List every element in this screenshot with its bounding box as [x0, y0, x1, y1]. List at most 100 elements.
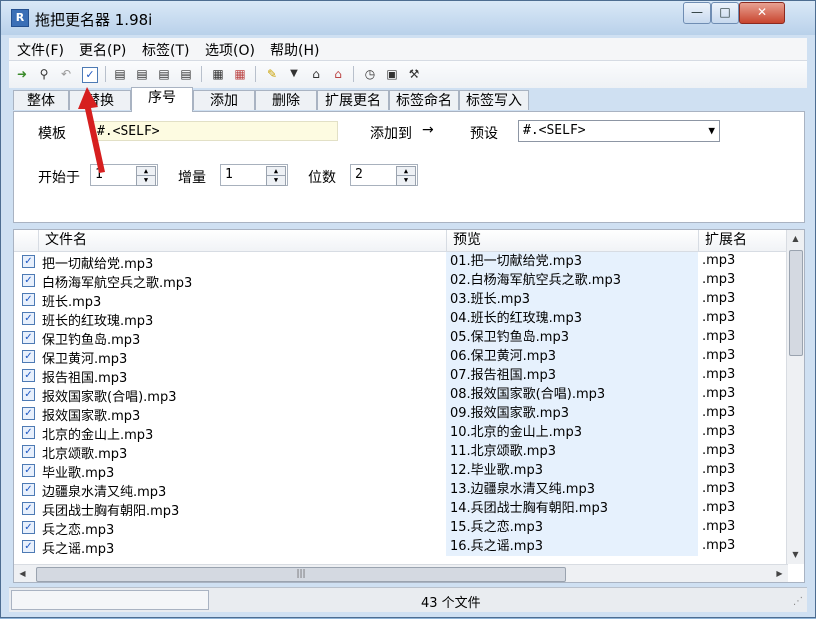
table-row[interactable]: ✓ 兵之谣.mp3 16.兵之谣.mp3 .mp3: [14, 537, 788, 557]
title-bar[interactable]: R 拖把更名器 1.98i — □ ✕: [1, 1, 815, 35]
column-filename[interactable]: 文件名: [38, 230, 446, 251]
preview-cell: 11.北京颂歌.mp3: [446, 442, 698, 461]
tab-sequence[interactable]: 序号: [131, 87, 193, 112]
row-checkbox[interactable]: ✓: [22, 426, 35, 439]
spin-down-icon[interactable]: ▼: [266, 175, 286, 186]
row-checkbox[interactable]: ✓: [22, 293, 35, 306]
scroll-right-icon[interactable]: ▶: [771, 565, 788, 582]
id3-icon-3[interactable]: ▤: [155, 65, 173, 83]
menu-tag[interactable]: 标签(T): [142, 40, 189, 60]
preview-cell: 16.兵之谣.mp3: [446, 537, 698, 556]
menu-help[interactable]: 帮助(H): [270, 40, 319, 60]
column-extension[interactable]: 扩展名: [698, 230, 788, 251]
check-icon[interactable]: ✓: [82, 67, 98, 83]
table-row[interactable]: ✓ 保卫黄河.mp3 06.保卫黄河.mp3 .mp3: [14, 347, 788, 367]
id3-icon-1[interactable]: ▤: [111, 65, 129, 83]
toolbar-separator: [353, 66, 354, 82]
toolbar: ➜ ⚲ ↶ ✓ ▤ ▤ ▤ ▤ ▦ ▦ ✎ ▼ ⌂ ⌂ ◷ ▣ ⚒: [9, 61, 807, 88]
search-icon[interactable]: ⚲: [35, 65, 53, 83]
menu-options[interactable]: 选项(O): [205, 40, 255, 60]
table-row[interactable]: ✓ 边疆泉水清又纯.mp3 13.边疆泉水清又纯.mp3 .mp3: [14, 480, 788, 500]
page-edit-icon[interactable]: ▦: [231, 65, 249, 83]
id3-icon-4[interactable]: ▤: [177, 65, 195, 83]
template-input[interactable]: #.<SELF>: [92, 121, 338, 141]
row-checkbox[interactable]: ✓: [22, 331, 35, 344]
tag-clear-icon[interactable]: ⌂: [329, 65, 347, 83]
tools-icon[interactable]: ⚒: [405, 65, 423, 83]
row-checkbox[interactable]: ✓: [22, 388, 35, 401]
app-icon: R: [11, 9, 29, 27]
menu-rename[interactable]: 更名(P): [79, 40, 126, 60]
file-list[interactable]: 文件名 预览 扩展名 ✓ 把一切献给党.mp3 01.把一切献给党.mp3 .mp3 ✓…: [13, 229, 805, 583]
spin-down-icon[interactable]: ▼: [396, 175, 416, 186]
row-checkbox[interactable]: ✓: [22, 350, 35, 363]
tab-overall[interactable]: 整体: [13, 90, 69, 110]
minimize-button[interactable]: —: [683, 2, 711, 24]
table-row[interactable]: ✓ 报效国家歌(合唱).mp3 08.报效国家歌(合唱).mp3 .mp3: [14, 385, 788, 405]
digits-stepper[interactable]: 2 ▲ ▼: [350, 164, 418, 186]
digits-label: 位数: [308, 170, 336, 186]
vertical-scrollbar[interactable]: ▲ ▼: [786, 230, 804, 564]
tab-add[interactable]: 添加: [193, 90, 255, 110]
row-checkbox[interactable]: ✓: [22, 445, 35, 458]
table-row[interactable]: ✓ 把一切献给党.mp3 01.把一切献给党.mp3 .mp3: [14, 252, 788, 272]
chevron-down-icon[interactable]: ▼: [708, 121, 715, 141]
scroll-up-icon[interactable]: ▲: [787, 230, 804, 247]
table-row[interactable]: ✓ 北京的金山上.mp3 10.北京的金山上.mp3 .mp3: [14, 423, 788, 443]
resize-grip-icon[interactable]: ⋰: [793, 596, 803, 607]
clock-icon[interactable]: ◷: [361, 65, 379, 83]
maximize-button[interactable]: □: [711, 2, 739, 24]
row-checkbox[interactable]: ✓: [22, 464, 35, 477]
filename-cell: 保卫钓鱼岛.mp3: [42, 333, 141, 348]
menu-file[interactable]: 文件(F): [17, 40, 64, 60]
column-preview[interactable]: 预览: [446, 230, 698, 251]
tag-icon[interactable]: ⌂: [307, 65, 325, 83]
window-icon[interactable]: ▣: [383, 65, 401, 83]
row-checkbox[interactable]: ✓: [22, 407, 35, 420]
table-row[interactable]: ✓ 报效国家歌.mp3 09.报效国家歌.mp3 .mp3: [14, 404, 788, 424]
row-checkbox[interactable]: ✓: [22, 274, 35, 287]
scroll-left-icon[interactable]: ◀: [14, 565, 31, 582]
table-row[interactable]: ✓ 毕业歌.mp3 12.毕业歌.mp3 .mp3: [14, 461, 788, 481]
row-checkbox[interactable]: ✓: [22, 255, 35, 268]
menu-bar: 文件(F) 更名(P) 标签(T) 选项(O) 帮助(H): [9, 38, 807, 61]
row-checkbox[interactable]: ✓: [22, 369, 35, 382]
preset-select[interactable]: #.<SELF> ▼: [518, 120, 720, 142]
scroll-thumb[interactable]: [789, 250, 803, 356]
start-stepper[interactable]: 1 ▲ ▼: [90, 164, 158, 186]
undo-icon[interactable]: ↶: [57, 65, 75, 83]
tab-ext-rename[interactable]: 扩展更名: [317, 90, 389, 110]
table-row[interactable]: ✓ 班长的红玫瑰.mp3 04.班长的红玫瑰.mp3 .mp3: [14, 309, 788, 329]
close-button[interactable]: ✕: [739, 2, 785, 24]
scroll-down-icon[interactable]: ▼: [787, 546, 804, 563]
scroll-thumb[interactable]: |||: [36, 567, 566, 582]
table-row[interactable]: ✓ 兵之恋.mp3 15.兵之恋.mp3 .mp3: [14, 518, 788, 538]
table-row[interactable]: ✓ 白杨海军航空兵之歌.mp3 02.白杨海军航空兵之歌.mp3 .mp3: [14, 271, 788, 291]
filename-cell: 班长.mp3: [42, 295, 102, 310]
filename-cell: 北京的金山上.mp3: [42, 428, 154, 443]
spin-down-icon[interactable]: ▼: [136, 175, 156, 186]
tab-tag-naming[interactable]: 标签命名: [389, 90, 459, 110]
table-row[interactable]: ✓ 保卫钓鱼岛.mp3 05.保卫钓鱼岛.mp3 .mp3: [14, 328, 788, 348]
row-checkbox[interactable]: ✓: [22, 540, 35, 553]
dropdown-arrow-icon[interactable]: ▼: [285, 65, 303, 83]
page-icon[interactable]: ▦: [209, 65, 227, 83]
table-row[interactable]: ✓ 北京颂歌.mp3 11.北京颂歌.mp3 .mp3: [14, 442, 788, 462]
row-checkbox[interactable]: ✓: [22, 502, 35, 515]
table-row[interactable]: ✓ 报告祖国.mp3 07.报告祖国.mp3 .mp3: [14, 366, 788, 386]
open-folder-icon[interactable]: ➜: [13, 65, 31, 83]
id3-icon-2[interactable]: ▤: [133, 65, 151, 83]
tab-tag-write[interactable]: 标签写入: [459, 90, 529, 110]
table-row[interactable]: ✓ 班长.mp3 03.班长.mp3 .mp3: [14, 290, 788, 310]
tab-replace[interactable]: 替换: [69, 90, 131, 110]
pencil-icon[interactable]: ✎: [263, 65, 281, 83]
table-row[interactable]: ✓ 兵团战士胸有朝阳.mp3 14.兵团战士胸有朝阳.mp3 .mp3: [14, 499, 788, 519]
row-checkbox[interactable]: ✓: [22, 521, 35, 534]
tab-delete[interactable]: 删除: [255, 90, 317, 110]
toolbar-separator: [255, 66, 256, 82]
row-checkbox[interactable]: ✓: [22, 312, 35, 325]
extension-cell: .mp3: [702, 329, 736, 344]
step-stepper[interactable]: 1 ▲ ▼: [220, 164, 288, 186]
row-checkbox[interactable]: ✓: [22, 483, 35, 496]
horizontal-scrollbar[interactable]: ◀ ||| ▶: [14, 564, 788, 582]
